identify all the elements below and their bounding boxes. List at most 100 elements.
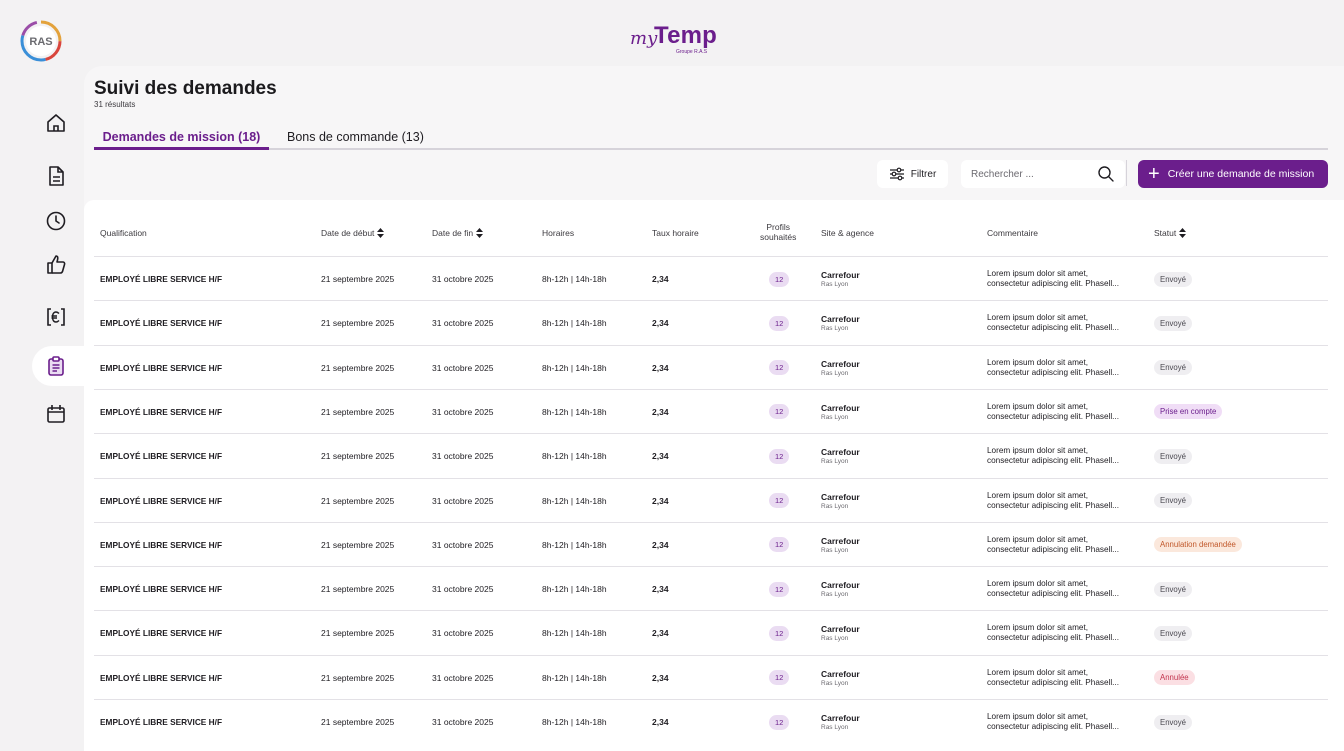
create-mission-request-button[interactable]: + Créer une demande de mission bbox=[1138, 160, 1328, 188]
cell-hours: 8h-12h | 14h-18h bbox=[542, 628, 607, 639]
cell-profiles: 12 bbox=[769, 479, 790, 523]
sidebar: RAS bbox=[0, 0, 84, 751]
status-badge: Envoyé bbox=[1154, 493, 1193, 508]
header-status[interactable]: Statut bbox=[1154, 228, 1187, 238]
header-start-date-label: Date de début bbox=[321, 228, 375, 238]
table-row[interactable]: EMPLOYÉ LIBRE SERVICE H/F 21 septembre 20… bbox=[94, 344, 1328, 390]
table-row[interactable]: EMPLOYÉ LIBRE SERVICE H/F 21 septembre 20… bbox=[94, 610, 1328, 654]
header-hourly-rate[interactable]: Taux horaire bbox=[652, 228, 699, 238]
table-row[interactable]: EMPLOYÉ LIBRE SERVICE H/F 21 septembre 20… bbox=[94, 433, 1328, 477]
filter-label: Filtrer bbox=[910, 168, 937, 180]
comment-line1: Lorem ipsum dolor sit amet, bbox=[987, 712, 1089, 721]
table-row[interactable]: EMPLOYÉ LIBRE SERVICE H/F 21 septembre 20… bbox=[94, 388, 1328, 434]
comment-line2: consectetur adipiscing elit. Phasell... bbox=[987, 500, 1119, 510]
tab-purchase-orders[interactable]: Bons de commande (13) bbox=[287, 128, 424, 150]
cell-comment: Lorem ipsum dolor sit amet, consectetur a… bbox=[987, 611, 1119, 655]
header-qualification[interactable]: Qualification bbox=[100, 228, 147, 238]
document-icon bbox=[49, 166, 64, 186]
sidebar-item-feedback[interactable] bbox=[32, 245, 84, 285]
comment-line2: consectetur adipiscing elit. Phasell... bbox=[987, 722, 1119, 731]
profiles-count-badge: 12 bbox=[769, 625, 790, 641]
cell-comment: Lorem ipsum dolor sit amet, consectetur a… bbox=[987, 479, 1119, 523]
comment-line1: Lorem ipsum dolor sit amet, bbox=[987, 313, 1089, 323]
cell-status: Envoyé bbox=[1154, 567, 1193, 611]
cell-site-agency: Carrefour Ras Lyon bbox=[821, 567, 860, 611]
cell-site-agency: Carrefour Ras Lyon bbox=[821, 390, 860, 434]
sidebar-item-requests[interactable] bbox=[32, 346, 84, 386]
cell-qualification: EMPLOYÉ LIBRE SERVICE H/F bbox=[100, 274, 223, 284]
cell-end-date: 31 octobre 2025 bbox=[432, 406, 494, 417]
sidebar-item-planning[interactable] bbox=[32, 394, 84, 434]
cell-end-date: 31 octobre 2025 bbox=[432, 451, 494, 462]
header-comment[interactable]: Commentaire bbox=[987, 228, 1038, 238]
site-name: Carrefour bbox=[821, 358, 860, 369]
table-row[interactable]: EMPLOYÉ LIBRE SERVICE H/F 21 septembre 20… bbox=[94, 300, 1328, 344]
cell-hourly-rate: 2,34 bbox=[652, 539, 669, 550]
header-hours[interactable]: Horaires bbox=[542, 228, 574, 238]
cell-profiles: 12 bbox=[769, 301, 790, 345]
cell-site-agency: Carrefour Ras Lyon bbox=[821, 700, 860, 744]
cell-qualification: EMPLOYÉ LIBRE SERVICE H/F bbox=[100, 495, 223, 506]
search-box bbox=[961, 160, 1125, 188]
site-name: Carrefour bbox=[821, 447, 860, 458]
site-name: Carrefour bbox=[821, 713, 860, 723]
table-row[interactable]: EMPLOYÉ LIBRE SERVICE H/F 21 septembre 20… bbox=[94, 699, 1328, 743]
header-start-date[interactable]: Date de début bbox=[321, 228, 385, 238]
table-row[interactable]: EMPLOYÉ LIBRE SERVICE H/F 21 septembre 20… bbox=[94, 521, 1328, 566]
cell-site-agency: Carrefour Ras Lyon bbox=[821, 479, 860, 523]
sidebar-item-history[interactable] bbox=[32, 201, 84, 241]
table-row[interactable]: EMPLOYÉ LIBRE SERVICE H/F 21 septembre 20… bbox=[94, 477, 1328, 523]
cell-start-date: 21 septembre 2025 bbox=[321, 406, 395, 417]
cell-end-date: 31 octobre 2025 bbox=[432, 628, 494, 639]
cell-qualification: EMPLOYÉ LIBRE SERVICE H/F bbox=[100, 362, 223, 373]
table-row[interactable]: EMPLOYÉ LIBRE SERVICE H/F 21 septembre 20… bbox=[94, 566, 1328, 610]
cell-qualification: EMPLOYÉ LIBRE SERVICE H/F bbox=[100, 672, 223, 683]
header-site-agency[interactable]: Site & agence bbox=[821, 228, 874, 238]
cell-start-date: 21 septembre 2025 bbox=[321, 274, 395, 284]
header-end-date[interactable]: Date de fin bbox=[432, 228, 484, 238]
comment-line2: consectetur adipiscing elit. Phasell... bbox=[987, 456, 1119, 466]
status-badge: Envoyé bbox=[1154, 714, 1193, 730]
cell-site-agency: Carrefour Ras Lyon bbox=[821, 656, 860, 700]
header-end-date-label: Date de fin bbox=[432, 228, 474, 238]
cell-hourly-rate: 2,34 bbox=[652, 672, 669, 683]
table-row[interactable]: EMPLOYÉ LIBRE SERVICE H/F 21 septembre 20… bbox=[94, 256, 1328, 300]
tab-mission-requests[interactable]: Demandes de mission (18) bbox=[94, 128, 269, 150]
page-title: Suivi des demandes bbox=[94, 78, 277, 99]
cell-profiles: 12 bbox=[769, 567, 790, 611]
cell-qualification: EMPLOYÉ LIBRE SERVICE H/F bbox=[100, 318, 223, 329]
brand-subtitle: Groupe R.A.S bbox=[676, 49, 708, 55]
cell-hourly-rate: 2,34 bbox=[652, 274, 669, 284]
app-brand: my Temp Groupe R.A.S bbox=[630, 22, 730, 58]
cell-status: Envoyé bbox=[1154, 301, 1193, 345]
profiles-count-badge: 12 bbox=[769, 271, 790, 287]
tabs: Demandes de mission (18) Bons de command… bbox=[94, 126, 1328, 150]
status-badge: Envoyé bbox=[1154, 581, 1193, 597]
table-row[interactable]: EMPLOYÉ LIBRE SERVICE H/F 21 septembre 20… bbox=[94, 654, 1328, 700]
cell-end-date: 31 octobre 2025 bbox=[432, 584, 494, 595]
profiles-count-badge: 12 bbox=[769, 670, 790, 686]
cell-site-agency: Carrefour Ras Lyon bbox=[821, 257, 860, 301]
cell-hours: 8h-12h | 14h-18h bbox=[542, 584, 607, 595]
sidebar-item-documents[interactable] bbox=[32, 156, 84, 196]
comment-line2: consectetur adipiscing elit. Phasell... bbox=[987, 589, 1119, 599]
cell-profiles: 12 bbox=[769, 434, 790, 478]
profiles-count-badge: 12 bbox=[769, 493, 790, 508]
filter-button[interactable]: Filtrer bbox=[877, 160, 948, 188]
search-input[interactable] bbox=[971, 166, 1091, 182]
cell-profiles: 12 bbox=[769, 700, 790, 744]
agency-name: Ras Lyon bbox=[821, 458, 849, 466]
ras-logo[interactable]: RAS bbox=[18, 18, 64, 64]
cell-comment: Lorem ipsum dolor sit amet, consectetur a… bbox=[987, 567, 1119, 611]
sidebar-item-billing[interactable] bbox=[32, 297, 84, 337]
site-name: Carrefour bbox=[821, 270, 860, 280]
search-icon[interactable] bbox=[1097, 165, 1115, 183]
header-profiles-line1: Profils bbox=[766, 222, 790, 232]
site-name: Carrefour bbox=[821, 668, 860, 679]
cell-start-date: 21 septembre 2025 bbox=[321, 672, 395, 683]
thumbs-up-icon bbox=[47, 255, 66, 274]
cell-end-date: 31 octobre 2025 bbox=[432, 274, 494, 284]
cell-profiles: 12 bbox=[769, 346, 790, 390]
header-desired-profiles[interactable]: Profils souhaités bbox=[760, 222, 796, 242]
sidebar-item-home[interactable] bbox=[32, 103, 84, 143]
